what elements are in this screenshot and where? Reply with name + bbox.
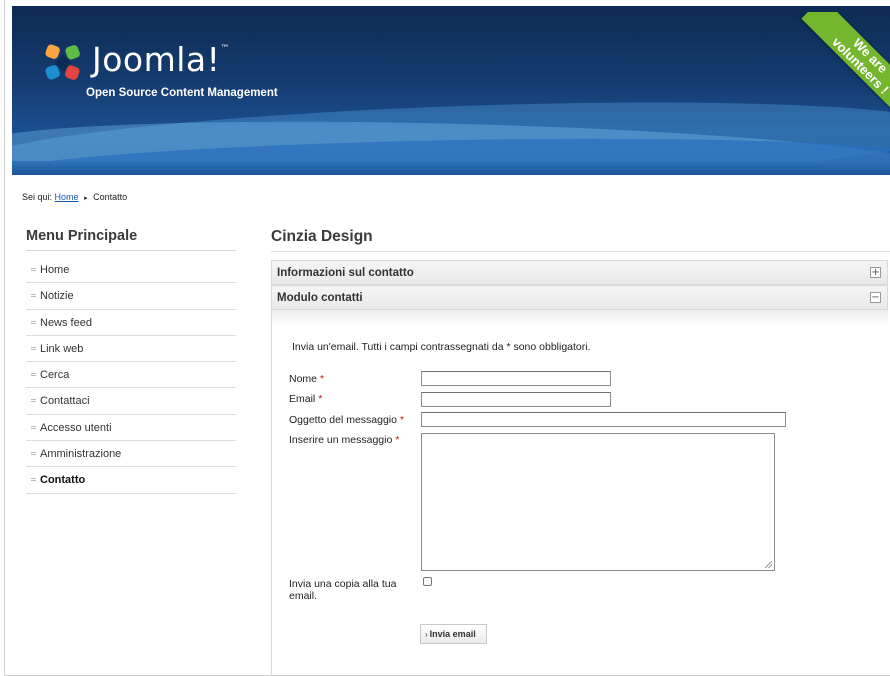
bullet-icon xyxy=(31,425,36,429)
arrow-right-icon: › xyxy=(425,630,428,639)
expand-icon[interactable]: + xyxy=(870,267,881,278)
sidebar-item-link-web[interactable]: Link web xyxy=(26,336,236,363)
bullet-icon xyxy=(31,268,36,271)
email-label-text: Email xyxy=(289,393,316,405)
bullet-icon xyxy=(31,346,36,350)
copy-label: Invia una copia alla tua email. xyxy=(289,578,397,602)
bullet-icon xyxy=(31,320,36,324)
volunteer-ribbon: We are volunteers ! xyxy=(780,12,890,122)
sidebar-item-amministrazione[interactable]: Amministrazione xyxy=(26,441,236,468)
sidebar-title: Menu Principale xyxy=(26,228,138,244)
sidebar-item-contatto[interactable]: Contatto xyxy=(26,467,236,494)
sidebar-item-label: News feed xyxy=(40,316,92,329)
send-copy-checkbox[interactable] xyxy=(423,577,432,586)
form-intro: Invia un'email. Tutti i campi contrasseg… xyxy=(292,341,591,353)
sidebar-item-news-feed[interactable]: News feed xyxy=(26,310,236,336)
name-label-text: Nome xyxy=(289,373,318,385)
breadcrumb-separator-icon: ▸ xyxy=(84,195,88,202)
site-logo-text[interactable]: Joomla!™ xyxy=(92,40,230,79)
panel-left-border xyxy=(271,326,272,676)
page-title-divider xyxy=(271,251,890,252)
sidebar-item-label: Contattaci xyxy=(40,395,90,408)
name-label: Nome * xyxy=(289,373,324,385)
collapse-icon[interactable]: − xyxy=(870,292,881,303)
sidebar-menu: Home Notizie News feed Link web Cerca Co… xyxy=(26,257,236,494)
site-header: Joomla!™ Open Source Content Management … xyxy=(12,6,890,175)
message-label: Inserire un messaggio * xyxy=(289,434,399,446)
accordion-contact-info[interactable]: Informazioni sul contatto + xyxy=(271,260,888,285)
breadcrumb-current: Contatto xyxy=(93,192,128,202)
breadcrumb-prefix: Sei qui: xyxy=(22,192,53,202)
bullet-icon xyxy=(31,294,36,298)
accordion-contact-form[interactable]: Modulo contatti − xyxy=(271,285,888,310)
send-email-button[interactable]: › Invia email xyxy=(420,624,487,644)
required-mark: * xyxy=(395,434,400,446)
sidebar-item-home[interactable]: Home xyxy=(26,257,236,284)
sidebar-item-cerca[interactable]: Cerca xyxy=(26,362,236,389)
bullet-icon xyxy=(31,452,36,456)
sidebar-item-label: Link web xyxy=(40,342,84,355)
resize-grip-icon[interactable] xyxy=(765,561,772,568)
required-mark: * xyxy=(319,373,325,385)
bullet-icon xyxy=(31,399,36,403)
sidebar-item-label: Cerca xyxy=(40,369,70,382)
sidebar-item-label: Amministrazione xyxy=(40,448,122,461)
name-input[interactable] xyxy=(421,371,611,386)
ribbon-banner: We are volunteers ! xyxy=(801,12,890,122)
page-title: Cinzia Design xyxy=(271,228,373,245)
subject-label: Oggetto del messaggio * xyxy=(289,414,404,426)
sidebar-item-contattaci[interactable]: Contattaci xyxy=(26,388,236,415)
breadcrumb: Sei qui: Home ▸ Contatto xyxy=(22,192,127,202)
send-email-label: Invia email xyxy=(429,629,476,639)
message-textarea[interactable] xyxy=(421,433,775,571)
logo-trademark: ™ xyxy=(220,44,230,54)
sidebar-item-label: Accesso utenti xyxy=(40,421,112,434)
page-left-border xyxy=(4,0,5,676)
sidebar-title-divider xyxy=(26,250,236,251)
bullet-icon xyxy=(31,478,36,482)
subject-input[interactable] xyxy=(421,412,786,427)
message-label-text: Inserire un messaggio xyxy=(289,434,393,446)
sidebar-item-accesso-utenti[interactable]: Accesso utenti xyxy=(26,415,236,442)
accordion-label: Modulo contatti xyxy=(277,292,363,304)
sidebar-item-label: Notizie xyxy=(40,290,74,303)
accordion-label: Informazioni sul contatto xyxy=(277,267,414,279)
breadcrumb-home-link[interactable]: Home xyxy=(55,192,79,202)
email-input[interactable] xyxy=(421,392,611,407)
email-label: Email * xyxy=(289,393,322,405)
joomla-logo-icon[interactable] xyxy=(42,42,84,84)
sidebar-item-label: Contatto xyxy=(40,474,86,487)
logo-text: Joomla! xyxy=(92,40,221,79)
site-tagline: Open Source Content Management xyxy=(86,87,278,99)
header-band xyxy=(12,161,890,175)
required-mark: * xyxy=(318,393,323,405)
sidebar-item-notizie[interactable]: Notizie xyxy=(26,283,236,310)
required-mark: * xyxy=(399,414,404,426)
accordion-panel-top xyxy=(271,310,888,326)
subject-label-text: Oggetto del messaggio xyxy=(289,414,397,426)
bullet-icon xyxy=(31,373,36,377)
sidebar-item-label: Home xyxy=(40,264,70,276)
